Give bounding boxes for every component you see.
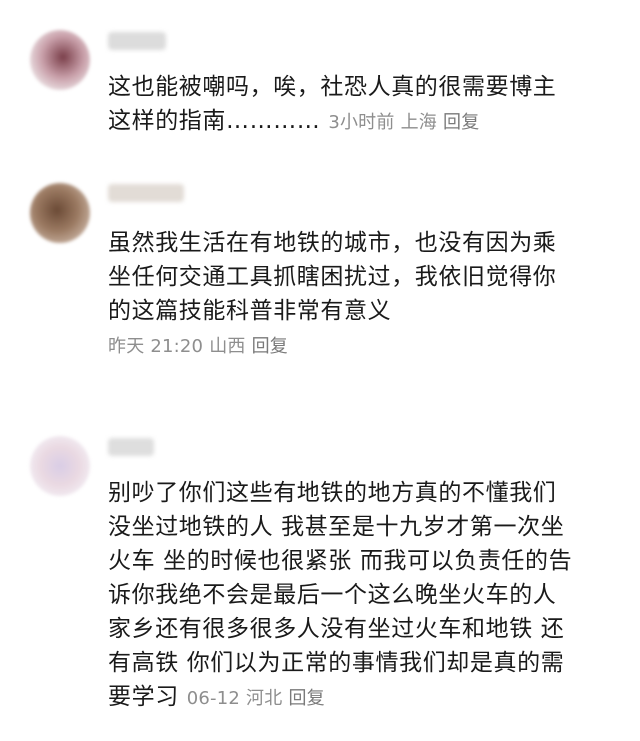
username[interactable]: 昵称: [108, 184, 184, 202]
comment-text-line: 别吵了你们这些有地铁的地方真的不懂我们: [108, 480, 557, 506]
comment-location: 山西: [209, 336, 246, 357]
comment-text-line: 火车 坐的时候也很紧张 而我可以负责任的告: [108, 548, 573, 574]
reply-button[interactable]: 回复: [288, 688, 324, 709]
comment-text-line: 要学习 06-12 河北 回复: [108, 680, 608, 716]
comment-body: 别吵了你们这些有地铁的地方真的不懂我们 没坐过地铁的人 我甚至是十九岁才第一次坐…: [108, 476, 608, 716]
comment-text-line: 坐任何交通工具抓瞎困扰过，我依旧觉得你: [108, 264, 557, 290]
comment-meta: 3小时前 上海 回复: [328, 112, 485, 133]
comment-text-line: 要学习: [108, 684, 179, 710]
comment-text-line: 虽然我生活在有地铁的城市，也没有因为乘: [108, 230, 557, 256]
comment-body: 虽然我生活在有地铁的城市，也没有因为乘 坐任何交通工具抓瞎困扰过，我依旧觉得你 …: [108, 226, 608, 364]
avatar[interactable]: [30, 183, 90, 243]
comment-text-line: 的这篇技能科普非常有意义: [108, 298, 392, 324]
comment-text-line: 诉你我绝不会是最后一个这么晚坐火车的人: [108, 582, 557, 608]
comment-text-line: 有高铁 你们以为正常的事情我们却是真的需: [108, 650, 565, 676]
comment-text-line: 家乡还有很多很多人没有坐过火车和地铁 还: [108, 616, 565, 642]
avatar[interactable]: [30, 30, 90, 90]
comment-time: 昨天 21:20: [108, 336, 204, 357]
comment-meta: 06-12 河北 回复: [187, 688, 331, 709]
comment-text-line: 这样的指南………… 3小时前 上海 回复: [108, 104, 608, 140]
reply-button[interactable]: 回复: [443, 112, 479, 133]
comment-text-line: 没坐过地铁的人 我甚至是十九岁才第一次坐: [108, 514, 565, 540]
comment-body: 这也能被嘲吗，唉，社恐人真的很需要博主 这样的指南………… 3小时前 上海 回复: [108, 70, 608, 140]
username[interactable]: 昵称: [108, 32, 166, 50]
comment-location: 上海: [400, 112, 437, 133]
comment-time: 3小时前: [328, 112, 395, 133]
comment-time: 06-12: [186, 688, 241, 709]
avatar[interactable]: [30, 436, 90, 496]
reply-button[interactable]: 回复: [252, 336, 288, 357]
comment-location: 河北: [246, 688, 283, 709]
username[interactable]: 昵称: [108, 438, 154, 456]
comment-text-line: 这样的指南…………: [108, 108, 321, 134]
comment-text-line: 这也能被嘲吗，唉，社恐人真的很需要博主: [108, 74, 557, 100]
comment-meta: 昨天 21:20 山西 回复: [108, 330, 608, 364]
